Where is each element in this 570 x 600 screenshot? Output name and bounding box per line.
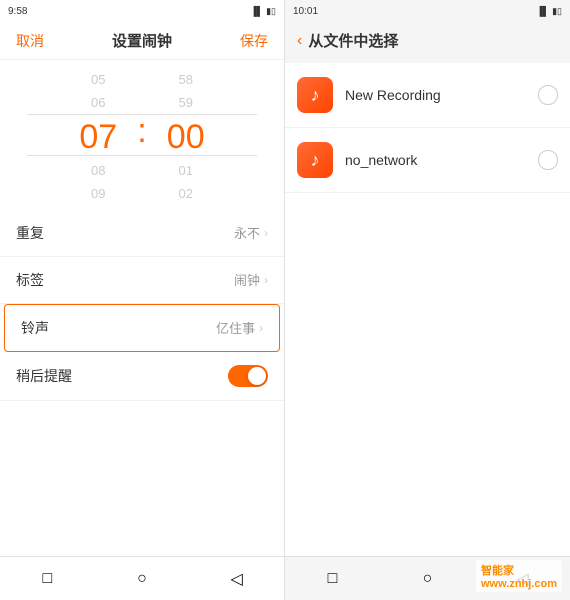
ringtone-value: 亿住事 › — [216, 318, 263, 337]
circle-icon-right: ○ — [423, 570, 433, 588]
status-bar-right: 10:01 ▐▌ ▮▯ — [285, 0, 570, 22]
hour-column[interactable]: 05 06 07 08 09 — [63, 68, 133, 206]
file-name-new-recording: New Recording — [345, 87, 538, 103]
save-button[interactable]: 保存 — [240, 31, 268, 51]
repeat-row[interactable]: 重复 永不 › — [0, 210, 284, 257]
left-panel: 9:58 ▐▌ ▮▯ 取消 设置闹钟 保存 05 06 07 08 09 : 5… — [0, 0, 285, 600]
back-arrow-button[interactable]: ‹ — [297, 32, 302, 50]
file-item-no-network[interactable]: ♪ no_network — [285, 128, 570, 193]
hour-05: 05 — [63, 68, 133, 91]
label-value: 闹钟 › — [234, 270, 268, 289]
file-list: ♪ New Recording ♪ no_network — [285, 63, 570, 556]
settings-list: 重复 永不 › 标签 闹钟 › 铃声 亿住事 › 稍后提醒 — [0, 210, 284, 556]
music-icon-1: ♪ — [297, 77, 333, 113]
file-picker-title: 从文件中选择 — [308, 30, 398, 51]
label-label: 标签 — [16, 270, 44, 290]
battery-icon: ▮▯ — [266, 6, 276, 17]
chevron-icon: › — [264, 226, 268, 240]
snooze-label: 稍后提醒 — [16, 366, 72, 386]
circle-icon: ○ — [137, 570, 147, 588]
hour-06: 06 — [63, 91, 133, 114]
hour-selected: 07 — [63, 115, 133, 159]
alarm-title: 设置闹钟 — [112, 30, 172, 51]
status-icons-right: ▐▌ ▮▯ — [536, 6, 562, 17]
home-icon-right: □ — [328, 570, 338, 588]
watermark: 智能家www.znhj.com — [476, 560, 562, 592]
home-icon: □ — [42, 570, 52, 588]
time-right: 10:01 — [293, 6, 318, 17]
label-row[interactable]: 标签 闹钟 › — [0, 257, 284, 304]
circle-button[interactable]: ○ — [130, 567, 154, 591]
hour-09: 09 — [63, 182, 133, 205]
ringtone-text: 亿住事 — [216, 318, 255, 337]
home-button-right[interactable]: □ — [321, 567, 345, 591]
min-selected: 00 — [151, 115, 221, 159]
snooze-toggle[interactable] — [228, 365, 268, 387]
back-icon: ◁ — [230, 569, 242, 589]
time-separator: : — [133, 112, 150, 151]
ringtone-label: 铃声 — [21, 318, 49, 338]
min-02: 02 — [151, 182, 221, 205]
bottom-nav-left: □ ○ ◁ — [0, 556, 284, 600]
snooze-row[interactable]: 稍后提醒 — [0, 352, 284, 401]
radio-button-2[interactable] — [538, 150, 558, 170]
time-picker[interactable]: 05 06 07 08 09 : 58 59 00 01 02 — [0, 60, 284, 210]
header-left: 取消 设置闹钟 保存 — [0, 22, 284, 60]
signal-icon: ▐▌ — [250, 6, 263, 16]
header-right: ‹ 从文件中选择 — [285, 22, 570, 59]
status-icons-left: ▐▌ ▮▯ — [250, 6, 276, 17]
time-left: 9:58 — [8, 6, 27, 17]
label-text: 闹钟 — [234, 270, 260, 289]
home-button[interactable]: □ — [35, 567, 59, 591]
min-59: 59 — [151, 91, 221, 114]
repeat-value: 永不 › — [234, 223, 268, 242]
right-panel: 10:01 ▐▌ ▮▯ ‹ 从文件中选择 ♪ New Recording ♪ n… — [285, 0, 570, 600]
min-01: 01 — [151, 159, 221, 182]
chevron-icon-3: › — [259, 321, 263, 335]
circle-button-right[interactable]: ○ — [416, 567, 440, 591]
repeat-label: 重复 — [16, 223, 44, 243]
repeat-text: 永不 — [234, 223, 260, 242]
toggle-knob — [248, 367, 266, 385]
picker-columns: 05 06 07 08 09 : 58 59 00 01 02 — [63, 68, 220, 206]
file-item-new-recording[interactable]: ♪ New Recording — [285, 63, 570, 128]
min-58: 58 — [151, 68, 221, 91]
hour-08: 08 — [63, 159, 133, 182]
file-name-no-network: no_network — [345, 152, 538, 168]
signal-icon-right: ▐▌ — [536, 6, 549, 16]
back-button[interactable]: ◁ — [225, 567, 249, 591]
battery-icon-right: ▮▯ — [552, 6, 562, 17]
status-bar-left: 9:58 ▐▌ ▮▯ — [0, 0, 284, 22]
music-icon-2: ♪ — [297, 142, 333, 178]
music-note-2: ♪ — [311, 150, 320, 171]
ringtone-row[interactable]: 铃声 亿住事 › — [4, 304, 280, 352]
minute-column[interactable]: 58 59 00 01 02 — [151, 68, 221, 206]
music-note-1: ♪ — [311, 85, 320, 106]
radio-button-1[interactable] — [538, 85, 558, 105]
cancel-button[interactable]: 取消 — [16, 31, 44, 51]
chevron-icon-2: › — [264, 273, 268, 287]
